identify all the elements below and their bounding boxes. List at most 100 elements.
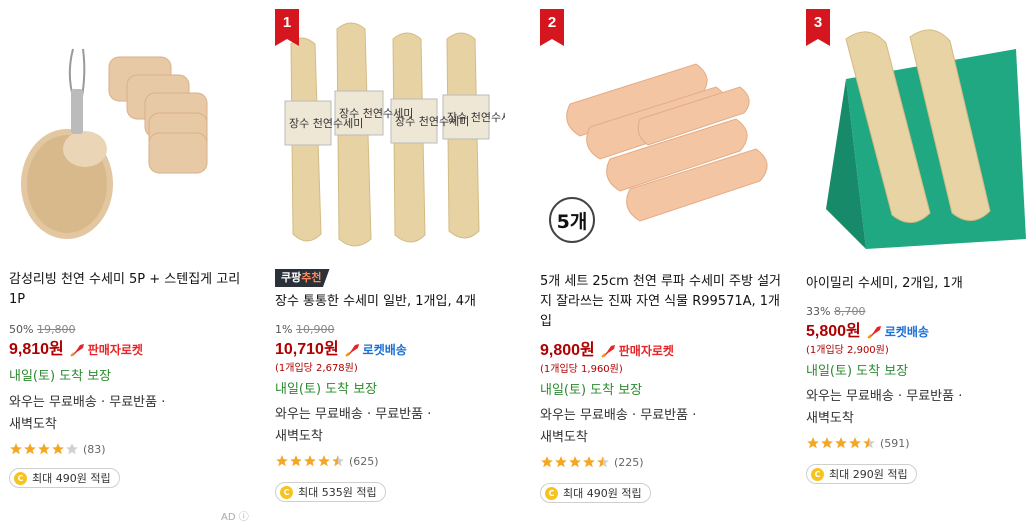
coin-icon: C bbox=[14, 471, 27, 485]
star-icon bbox=[318, 455, 330, 467]
reward-points: C 최대 490원 적립 bbox=[9, 468, 120, 488]
discount-rate: 33% bbox=[806, 305, 831, 318]
star-icon bbox=[821, 437, 833, 449]
product-name[interactable]: 5개 세트 25cm 천연 루파 수세미 주방 설거지 잘라쓰는 진짜 자연 식… bbox=[540, 272, 781, 332]
rocket-icon bbox=[867, 326, 881, 339]
original-price: 10,900 bbox=[295, 323, 335, 336]
wow-benefit: 와우는 무료배송 · 무료반품 · 새벽도착 bbox=[540, 408, 697, 445]
discount-row: 1% 10,900 bbox=[275, 322, 516, 338]
loofah-bundle-illustration: 장수 천연수세미 장수 천연수세미 장수 천연수세미 장수 천연수세미 bbox=[275, 9, 505, 254]
rank-badge: 2 bbox=[540, 9, 564, 46]
star-icon bbox=[807, 437, 819, 449]
wow-benefit: 와우는 무료배송 · 무료반품 · 새벽도착 bbox=[9, 395, 166, 432]
rocket-delivery-badge: 로켓배송 bbox=[344, 339, 407, 361]
original-price: 19,800 bbox=[36, 323, 76, 336]
sale-price: 5,800원 bbox=[806, 323, 861, 340]
star-icon bbox=[24, 443, 36, 455]
star-icon bbox=[276, 455, 288, 467]
rank-badge: 1 bbox=[275, 9, 299, 46]
sale-price: 9,810원 bbox=[9, 341, 64, 358]
loofah-sponge-set-illustration bbox=[9, 9, 239, 254]
star-icon bbox=[304, 455, 316, 467]
star-rating bbox=[540, 455, 610, 469]
arrival-guarantee: 내일(토) 도착 보장 bbox=[275, 382, 378, 397]
reward-points: C 최대 290원 적립 bbox=[806, 464, 917, 484]
coin-icon: C bbox=[545, 486, 558, 500]
product-card[interactable]: 5개 2 5개 세트 25cm 천연 루파 수세미 주방 설거지 잘라쓰는 진짜… bbox=[531, 0, 781, 526]
product-image[interactable]: 3 bbox=[806, 9, 1027, 254]
star-icon bbox=[835, 437, 847, 449]
coin-icon: C bbox=[811, 467, 824, 481]
star-icon bbox=[10, 443, 22, 455]
star-icon bbox=[541, 456, 553, 468]
review-count: (225) bbox=[614, 455, 644, 469]
arrival-guarantee: 내일(토) 도착 보장 bbox=[540, 383, 643, 398]
reward-points: C 최대 490원 적립 bbox=[540, 483, 651, 503]
arrival-guarantee: 내일(토) 도착 보장 bbox=[9, 369, 112, 384]
seller-rocket-badge: 판매자로켓 bbox=[70, 339, 143, 361]
reward-points: C 최대 535원 적립 bbox=[275, 482, 386, 502]
review-count: (625) bbox=[349, 454, 379, 468]
rating: (625) bbox=[275, 452, 516, 470]
discount-rate: 1% bbox=[275, 323, 293, 336]
price-row: 10,710원 로켓배송 bbox=[275, 339, 516, 361]
review-count: (83) bbox=[83, 442, 106, 456]
star-icon bbox=[863, 437, 875, 449]
star-icon bbox=[569, 456, 581, 468]
star-rating bbox=[275, 454, 345, 468]
ad-label[interactable]: AD ⓘ bbox=[221, 508, 249, 523]
price-row: 9,810원 판매자로켓 bbox=[9, 339, 250, 361]
star-icon bbox=[583, 456, 595, 468]
coin-icon: C bbox=[280, 485, 293, 499]
product-image[interactable]: 5개 2 bbox=[540, 9, 770, 254]
star-rating bbox=[806, 436, 876, 450]
sale-price: 9,800원 bbox=[540, 342, 595, 359]
rocket-icon bbox=[344, 344, 359, 357]
loofah-cylinders-illustration: 5개 bbox=[540, 9, 770, 254]
product-card[interactable]: 장수 천연수세미 장수 천연수세미 장수 천연수세미 장수 천연수세미 1 쿠팡… bbox=[266, 0, 516, 526]
coupang-recommend-badge: 쿠팡추천 bbox=[275, 266, 330, 287]
wow-benefit: 와우는 무료배송 · 무료반품 · 새벽도착 bbox=[275, 407, 432, 444]
price-row: 9,800원 판매자로켓 bbox=[540, 340, 781, 362]
quantity-label: 5개 bbox=[557, 211, 588, 233]
product-name[interactable]: 감성리빙 천연 수세미 5P + 스텐집게 고리 1P bbox=[9, 270, 250, 310]
unit-price: (1개입당 1,960원) bbox=[540, 364, 623, 375]
rocket-delivery-badge: 로켓배송 bbox=[867, 321, 929, 343]
star-icon bbox=[597, 456, 609, 468]
seller-rocket-badge: 판매자로켓 bbox=[601, 340, 674, 362]
unit-price: (1개입당 2,678원) bbox=[275, 363, 358, 374]
star-icon bbox=[52, 443, 64, 455]
rating: (591) bbox=[806, 434, 1027, 452]
wow-benefit: 와우는 무료배송 · 무료반품 · 새벽도착 bbox=[806, 389, 963, 426]
product-name[interactable]: 장수 통통한 수세미 일반, 1개입, 4개 bbox=[275, 292, 516, 312]
discount-row: 50% 19,800 bbox=[9, 322, 250, 338]
rating: (83) bbox=[9, 440, 250, 458]
star-icon bbox=[849, 437, 861, 449]
product-card[interactable]: 감성리빙 천연 수세미 5P + 스텐집게 고리 1P 50% 19,800 9… bbox=[0, 0, 250, 526]
product-grid: 감성리빙 천연 수세미 5P + 스텐집게 고리 1P 50% 19,800 9… bbox=[0, 0, 1027, 526]
review-count: (591) bbox=[880, 436, 910, 450]
product-image[interactable] bbox=[9, 9, 239, 254]
rank-badge: 3 bbox=[806, 9, 830, 46]
product-card[interactable]: 3 아이밀리 수세미, 2개입, 1개 33% 8,700 5,800원 로켓배… bbox=[797, 0, 1027, 526]
sale-price: 10,710원 bbox=[275, 341, 339, 358]
star-icon bbox=[66, 443, 78, 455]
product-image[interactable]: 장수 천연수세미 장수 천연수세미 장수 천연수세미 장수 천연수세미 1 bbox=[275, 9, 505, 254]
original-price: 8,700 bbox=[833, 305, 866, 318]
star-icon bbox=[38, 443, 50, 455]
package-label-text: 장수 천연수세미 bbox=[447, 110, 505, 124]
star-icon bbox=[290, 455, 302, 467]
star-icon bbox=[332, 455, 344, 467]
star-rating bbox=[9, 442, 79, 456]
rating: (225) bbox=[540, 453, 781, 471]
discount-rate: 50% bbox=[9, 323, 34, 336]
loofah-pair-on-green-bag-illustration bbox=[806, 9, 1027, 254]
price-row: 5,800원 로켓배송 bbox=[806, 321, 1027, 343]
rocket-icon bbox=[70, 344, 84, 357]
product-name[interactable]: 아이밀리 수세미, 2개입, 1개 bbox=[806, 274, 1027, 294]
star-icon bbox=[555, 456, 567, 468]
arrival-guarantee: 내일(토) 도착 보장 bbox=[806, 364, 909, 379]
info-icon[interactable]: ⓘ bbox=[236, 512, 249, 523]
discount-row: 33% 8,700 bbox=[806, 304, 1027, 320]
unit-price: (1개입당 2,900원) bbox=[806, 345, 889, 356]
